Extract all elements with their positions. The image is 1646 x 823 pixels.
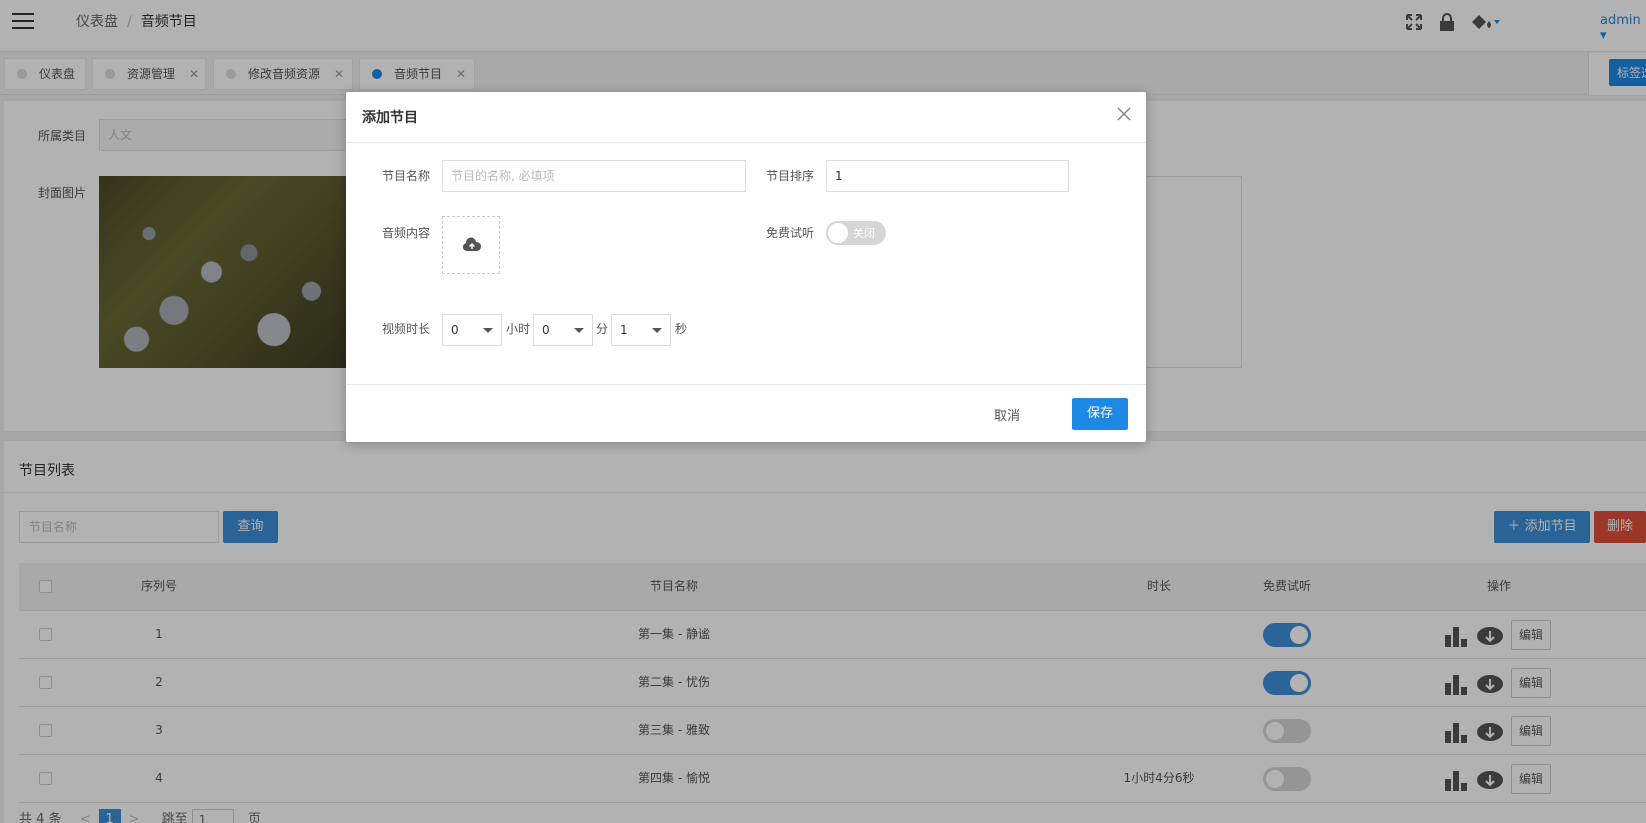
cloud-upload-icon [462, 237, 482, 252]
audio-upload-box[interactable] [442, 216, 500, 274]
save-button[interactable]: 保存 [1072, 398, 1128, 430]
program-order-label: 节目排序 [766, 169, 815, 183]
minutes-unit: 分 [596, 322, 609, 336]
program-name-input[interactable]: 节目的名称, 必填项 [442, 160, 746, 192]
program-name-label: 节目名称 [382, 169, 431, 183]
chevron-down-icon [483, 328, 493, 333]
close-icon[interactable] [1116, 106, 1132, 122]
minutes-select[interactable]: 0 [533, 314, 593, 346]
seconds-value: 1 [620, 323, 628, 337]
duration-label: 视频时长 [382, 322, 431, 336]
add-program-dialog: 添加节目 节目名称 节目的名称, 必填项 节目排序 1 音频内容 免费试听 关闭… [346, 92, 1146, 442]
free-trial-toggle[interactable]: 关闭 [826, 221, 886, 245]
minutes-value: 0 [542, 323, 550, 337]
hours-select[interactable]: 0 [442, 314, 502, 346]
hours-value: 0 [451, 323, 459, 337]
chevron-down-icon [652, 328, 662, 333]
dialog-divider [346, 142, 1146, 143]
dialog-title: 添加节目 [362, 110, 418, 126]
chevron-down-icon [574, 328, 584, 333]
seconds-select[interactable]: 1 [611, 314, 671, 346]
dialog-footer-divider [346, 384, 1146, 385]
seconds-unit: 秒 [675, 322, 688, 336]
hours-unit: 小时 [506, 322, 531, 336]
audio-content-label: 音频内容 [382, 226, 431, 240]
program-order-input[interactable]: 1 [826, 160, 1069, 192]
free-trial-label: 免费试听 [766, 226, 815, 240]
toggle-state-text: 关闭 [853, 227, 875, 240]
cancel-button[interactable]: 取消 [994, 405, 1020, 424]
